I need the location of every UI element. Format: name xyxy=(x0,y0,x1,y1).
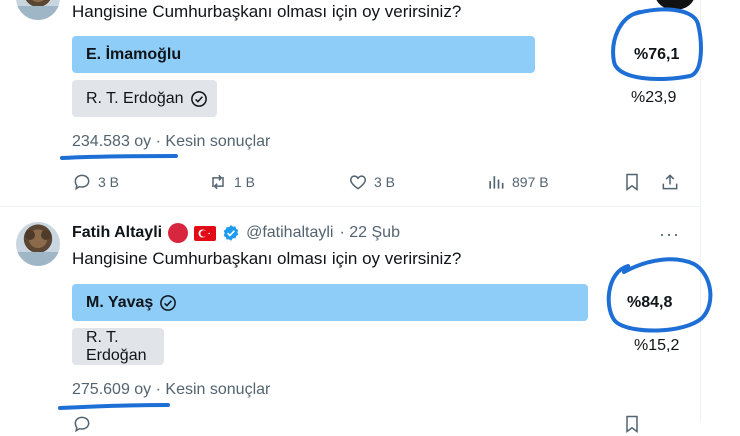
annotation-underline-2 xyxy=(58,403,170,410)
annotation-overlay xyxy=(58,7,713,410)
annotation-circle-2 xyxy=(606,257,713,333)
annotation-underline-1 xyxy=(60,154,178,160)
annotation-circle-1 xyxy=(611,7,703,82)
